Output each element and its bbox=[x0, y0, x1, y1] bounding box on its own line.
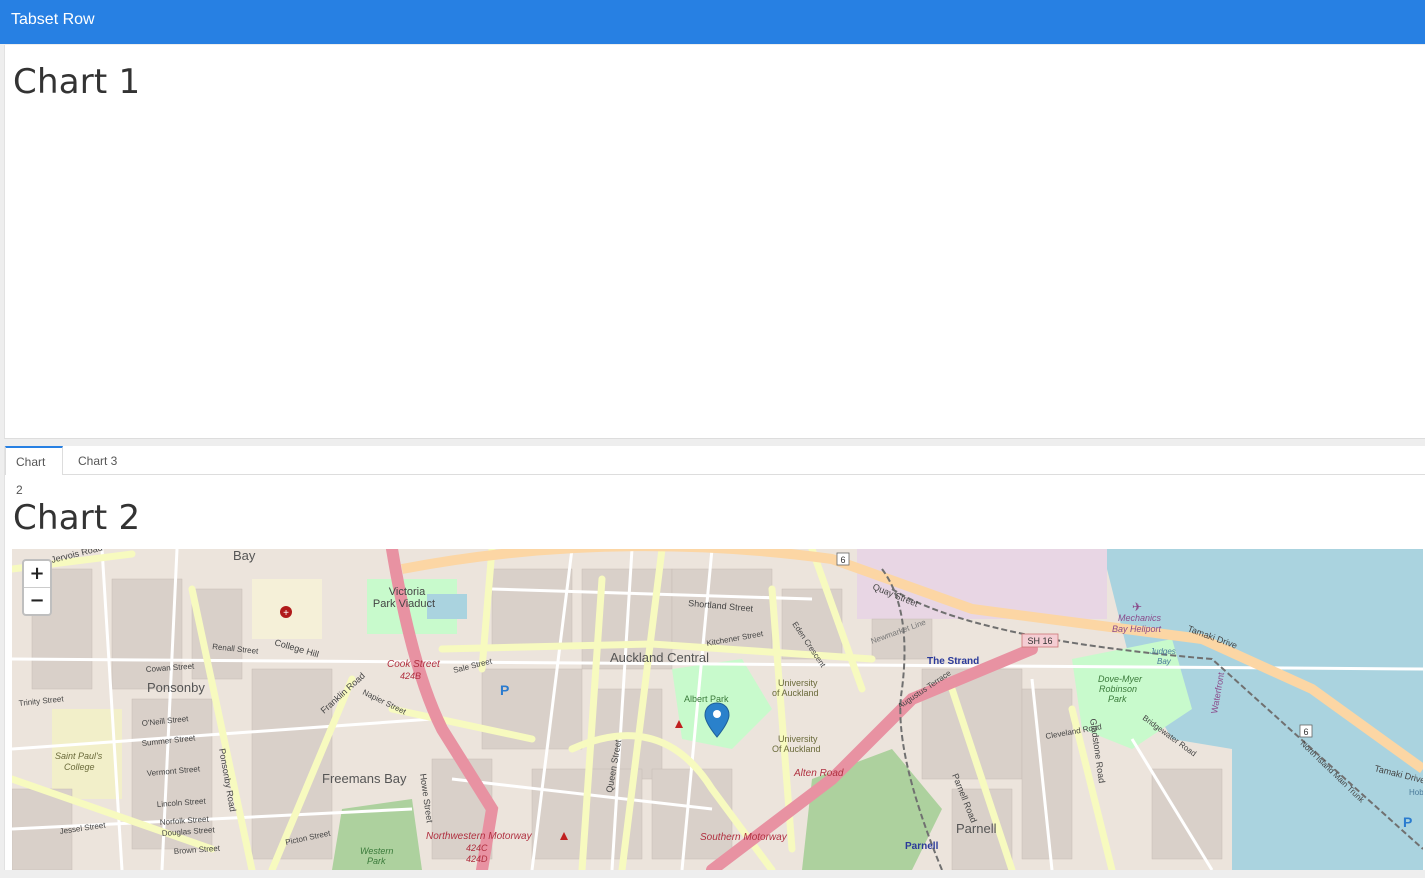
route-6-shield: 6 bbox=[840, 555, 845, 565]
label-robinson: Robinson bbox=[1099, 684, 1137, 694]
label-western-park: Park bbox=[367, 856, 386, 866]
label-college: College bbox=[64, 762, 95, 772]
label-parnell-station: Parnell bbox=[905, 841, 939, 852]
zoom-out-button[interactable]: − bbox=[24, 587, 50, 614]
label-bay-top: Bay bbox=[233, 549, 256, 563]
map[interactable]: 6 6 SH 16 Victoria Park Viaduct Ponsonby… bbox=[12, 549, 1423, 870]
label-of-auckland-1: of Auckland bbox=[772, 688, 819, 698]
label-mechanics: Mechanics bbox=[1118, 613, 1162, 623]
label-the-strand: The Strand bbox=[927, 656, 979, 667]
label-saint-pauls: Saint Paul's bbox=[55, 751, 103, 761]
label-albert-park: Albert Park bbox=[684, 694, 729, 704]
bottom-bar bbox=[0, 870, 1425, 878]
label-western: Western bbox=[360, 846, 393, 856]
tab-chart-2[interactable]: Chart 2 bbox=[5, 446, 63, 497]
label-424c: 424C bbox=[466, 843, 488, 853]
chart2-panel: Chart 2 Chart 3 Chart 2 6 6 SH 16 Victor… bbox=[4, 446, 1425, 870]
svg-text:+: + bbox=[283, 608, 289, 619]
navbar: Tabset Row bbox=[0, 0, 1425, 44]
label-auckland-central: Auckland Central bbox=[610, 650, 709, 665]
label-parnell: Parnell bbox=[956, 821, 997, 836]
parking-icon-2: P bbox=[1403, 814, 1412, 830]
parking-icon: P bbox=[500, 682, 509, 698]
heliport-icon: ✈ bbox=[1132, 600, 1142, 614]
label-alten-road: Alten Road bbox=[793, 768, 844, 779]
label-dove-myer: Dove-Myer bbox=[1098, 674, 1143, 684]
label-of-auckland-2: Of Auckland bbox=[772, 744, 821, 754]
label-424b: 424B bbox=[400, 671, 421, 681]
label-university-1: University bbox=[778, 678, 818, 688]
chart2-title: Chart 2 bbox=[13, 498, 141, 538]
label-bay-heliport: Bay Heliport bbox=[1112, 624, 1162, 634]
sh16-shield: SH 16 bbox=[1027, 636, 1052, 646]
label-ponsonby: Ponsonby bbox=[147, 680, 205, 695]
chart1-title: Chart 1 bbox=[13, 62, 141, 102]
tab-chart-3[interactable]: Chart 3 bbox=[68, 446, 127, 474]
label-424d: 424D bbox=[466, 854, 488, 864]
label-cook-street: Cook Street bbox=[387, 659, 441, 670]
label-judges-bay: Bay bbox=[1157, 657, 1172, 666]
label-hobson-bay: Hobs Bay Ma bbox=[1409, 788, 1423, 797]
zoom-in-button[interactable]: + bbox=[24, 561, 50, 587]
map-tiles[interactable]: 6 6 SH 16 Victoria Park Viaduct Ponsonby… bbox=[12, 549, 1423, 870]
zoom-control: + − bbox=[22, 559, 52, 616]
label-park-viaduct: Park Viaduct bbox=[373, 598, 435, 610]
label-university-2: University bbox=[778, 734, 818, 744]
route-6-shield-2: 6 bbox=[1303, 727, 1308, 737]
label-victoria: Victoria bbox=[389, 586, 426, 598]
label-freemans-bay: Freemans Bay bbox=[322, 771, 407, 786]
chart1-panel: Chart 1 bbox=[4, 45, 1425, 439]
navbar-title[interactable]: Tabset Row bbox=[11, 11, 95, 29]
tabset: Chart 2 Chart 3 bbox=[5, 446, 1425, 497]
label-northwestern-motorway: Northwestern Motorway bbox=[426, 831, 533, 842]
label-judges: Judges bbox=[1149, 647, 1176, 656]
label-park: Park bbox=[1108, 694, 1127, 704]
label-southern-motorway: Southern Motorway bbox=[700, 832, 788, 843]
